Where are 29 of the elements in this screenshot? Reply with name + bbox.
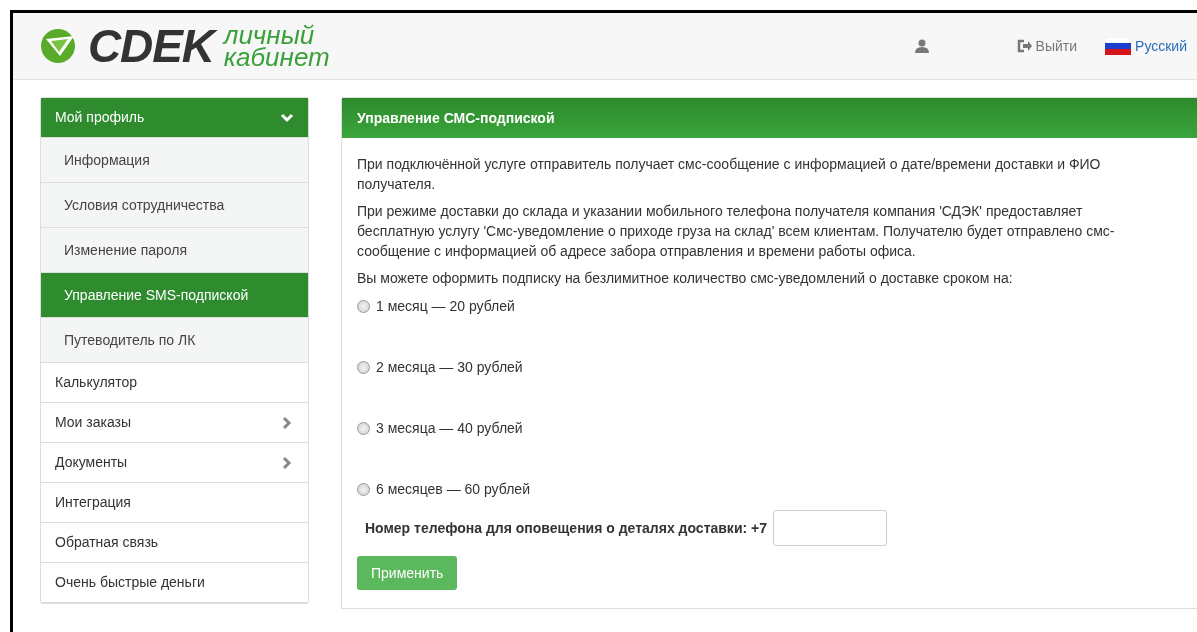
sidebar-item[interactable]: Мой профиль <box>41 98 308 138</box>
sidebar-subitem[interactable]: Управление SMS-подпиской <box>41 273 308 318</box>
language-link[interactable]: Русский <box>1135 35 1187 57</box>
description-text: При режиме доставки до склада и указании мобильного телефона получателя компания 'СДЭК' предоставляет бесплатную услугу 'Смс-уведомление о приходе груза на склад' всем клиентам. Получателю будет отправлено смс-сообщение с информацией об адресе забора отправления и времени работы офиса. <box>357 202 1116 261</box>
description-text: Вы можете оформить подписку на безлимитное количество смс-уведомлений о доставке сроком на: <box>357 269 1014 288</box>
sidebar-subitem[interactable]: Информация <box>41 138 308 183</box>
logout-icon <box>1016 39 1033 53</box>
radio-button[interactable] <box>357 360 370 374</box>
sidebar-subitem[interactable]: Изменение пароля <box>41 228 308 273</box>
user-icon[interactable] <box>914 39 929 53</box>
sidebar-subitem[interactable]: Условия сотрудничества <box>41 183 308 228</box>
subscription-option[interactable]: 3 месяца — 40 рублей <box>357 418 1182 438</box>
chevron-right-icon <box>280 455 294 470</box>
russia-flag-icon <box>1105 37 1132 55</box>
subscription-option[interactable]: 1 месяц — 20 рублей <box>357 296 1182 316</box>
radio-button[interactable] <box>357 299 370 313</box>
description-text: При подключённой услуге отправитель получает смс-сообщение с информацией о дате/времени доставки и ФИО получателя. <box>357 155 1102 194</box>
phone-input-field[interactable] <box>773 510 887 546</box>
logout-link[interactable]: Выйти <box>1016 35 1078 57</box>
radio-button[interactable] <box>357 482 370 496</box>
panel-header: Управление СМС-подпиской <box>342 98 1197 138</box>
logo-subtitle: личный <box>223 24 315 46</box>
radio-button[interactable] <box>357 421 370 435</box>
subscription-option[interactable]: 6 месяцев — 60 рублей <box>357 479 1182 499</box>
logo-subtitle: кабинет <box>223 46 330 68</box>
phone-label: Номер телефона для оповещения о деталях доставки: +7 <box>365 519 767 538</box>
subscription-option[interactable]: 2 месяца — 30 рублей <box>357 357 1182 377</box>
chevron-right-icon <box>280 415 294 430</box>
sidebar-subitem[interactable]: Путеводитель по ЛК <box>41 318 308 363</box>
